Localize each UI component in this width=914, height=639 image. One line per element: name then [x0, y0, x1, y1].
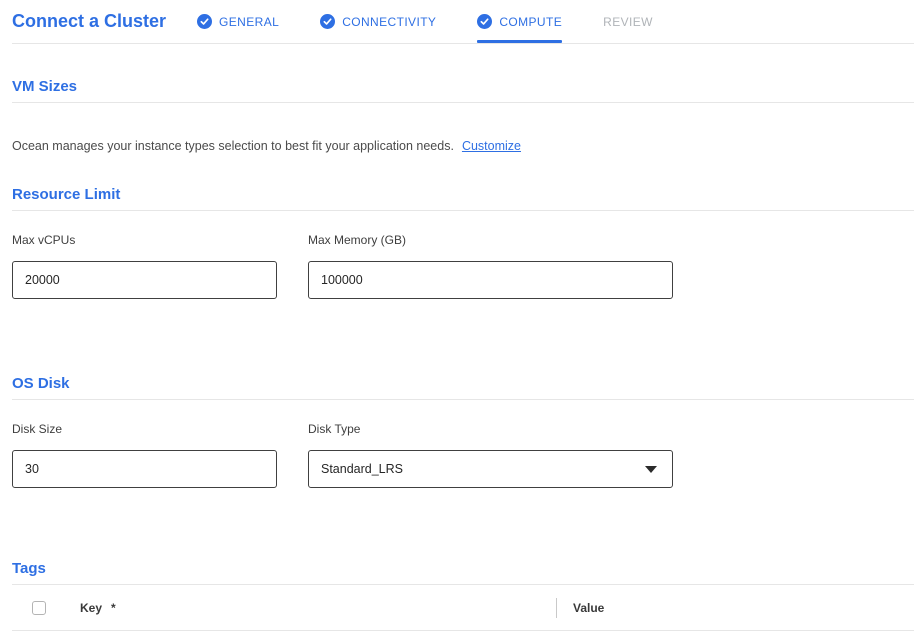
- os-disk-fields: Disk Size Disk Type Standard_LRS: [12, 422, 914, 488]
- page-title: Connect a Cluster: [12, 11, 166, 32]
- disk-type-field-group: Disk Type Standard_LRS: [308, 422, 673, 488]
- check-circle-icon: [477, 14, 492, 29]
- resource-limit-heading: Resource Limit: [12, 186, 914, 204]
- resource-limit-fields: Max vCPUs Max Memory (GB): [12, 233, 914, 299]
- step-compute[interactable]: COMPUTE: [477, 0, 562, 43]
- tags-heading: Tags: [12, 560, 914, 578]
- disk-size-input[interactable]: [12, 450, 277, 488]
- disk-size-label: Disk Size: [12, 422, 277, 436]
- step-label: COMPUTE: [499, 15, 562, 29]
- step-review[interactable]: REVIEW: [603, 0, 653, 43]
- max-memory-label: Max Memory (GB): [308, 233, 673, 247]
- wizard-steps: GENERAL CONNECTIVITY COMPUTE REVIEW: [166, 0, 653, 43]
- max-memory-field-group: Max Memory (GB): [308, 233, 673, 299]
- compute-step-content: VM Sizes Ocean manages your instance typ…: [12, 78, 914, 631]
- step-label: CONNECTIVITY: [342, 15, 436, 29]
- disk-type-label: Disk Type: [308, 422, 673, 436]
- select-all-checkbox[interactable]: [32, 601, 46, 615]
- chevron-down-icon: [645, 466, 657, 473]
- vm-sizes-description-row: Ocean manages your instance types select…: [12, 139, 914, 153]
- max-vcpus-label: Max vCPUs: [12, 233, 277, 247]
- step-label: REVIEW: [603, 15, 653, 29]
- max-vcpus-input[interactable]: [12, 261, 277, 299]
- disk-size-field-group: Disk Size: [12, 422, 277, 488]
- vm-sizes-section-header: VM Sizes: [12, 78, 914, 103]
- tags-section-header: Tags: [12, 560, 914, 585]
- required-asterisk: *: [111, 601, 116, 615]
- disk-type-select[interactable]: Standard_LRS: [308, 450, 673, 488]
- vm-sizes-description: Ocean manages your instance types select…: [12, 139, 454, 153]
- tags-key-column-header: Key *: [80, 601, 116, 615]
- max-vcpus-field-group: Max vCPUs: [12, 233, 277, 299]
- step-connectivity[interactable]: CONNECTIVITY: [320, 0, 436, 43]
- column-divider: [556, 598, 557, 618]
- key-column-label: Key: [80, 601, 102, 615]
- tags-table-header: Key * Value: [12, 585, 914, 631]
- resource-limit-section-header: Resource Limit: [12, 186, 914, 211]
- check-circle-icon: [320, 14, 335, 29]
- os-disk-heading: OS Disk: [12, 375, 914, 393]
- os-disk-section-header: OS Disk: [12, 375, 914, 400]
- customize-link[interactable]: Customize: [462, 139, 521, 153]
- step-general[interactable]: GENERAL: [197, 0, 279, 43]
- value-column-label: Value: [573, 601, 604, 615]
- tags-value-column-header: Value: [556, 585, 604, 630]
- wizard-header: Connect a Cluster GENERAL CONNECTIVITY C…: [12, 0, 914, 44]
- max-memory-input[interactable]: [308, 261, 673, 299]
- step-label: GENERAL: [219, 15, 279, 29]
- check-circle-icon: [197, 14, 212, 29]
- disk-type-selected-value: Standard_LRS: [321, 462, 403, 476]
- vm-sizes-heading: VM Sizes: [12, 78, 914, 96]
